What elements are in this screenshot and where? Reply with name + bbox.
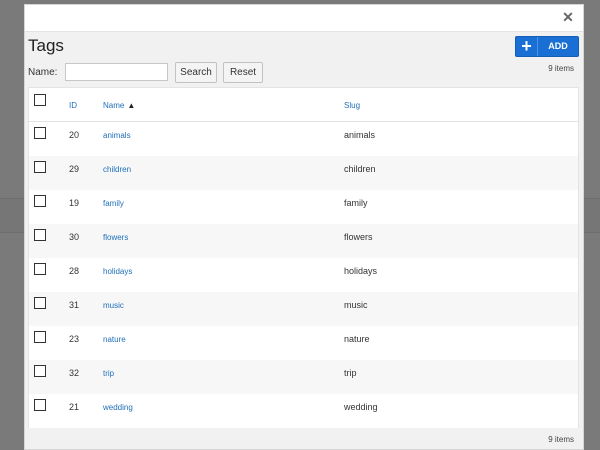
row-checkbox[interactable] xyxy=(34,127,46,139)
column-header-id[interactable]: ID xyxy=(69,101,77,110)
row-checkbox[interactable] xyxy=(34,263,46,275)
row-checkbox[interactable] xyxy=(34,229,46,241)
table-row: 21 wedding wedding xyxy=(29,394,578,428)
cell-name-link[interactable]: family xyxy=(103,199,124,208)
cell-slug: family xyxy=(344,198,368,208)
cell-id: 28 xyxy=(69,266,80,276)
cell-slug: children xyxy=(344,164,376,174)
close-icon[interactable]: ✕ xyxy=(560,8,576,26)
row-checkbox[interactable] xyxy=(34,331,46,343)
add-button-label: ADD xyxy=(548,41,568,51)
cell-name-link[interactable]: animals xyxy=(103,131,131,140)
table-row: 23 nature nature xyxy=(29,326,578,360)
cell-name-link[interactable]: nature xyxy=(103,335,126,344)
name-filter-input[interactable] xyxy=(65,63,168,81)
cell-slug: holidays xyxy=(344,266,378,276)
column-header-name[interactable]: Name ▲ xyxy=(103,101,135,110)
row-checkbox[interactable] xyxy=(34,195,46,207)
plus-icon: + xyxy=(516,37,538,56)
cell-slug: music xyxy=(344,300,368,310)
table-row: 20 animals animals xyxy=(29,122,578,156)
table-header: ID Name ▲ Slug xyxy=(29,88,578,122)
name-filter-label: Name: xyxy=(28,67,58,78)
row-checkbox[interactable] xyxy=(34,161,46,173)
column-header-slug[interactable]: Slug xyxy=(344,101,360,110)
cell-slug: nature xyxy=(344,334,370,344)
search-button[interactable]: Search xyxy=(175,62,217,83)
row-checkbox[interactable] xyxy=(34,297,46,309)
page-title: Tags xyxy=(28,36,64,55)
add-button[interactable]: + ADD xyxy=(515,36,579,57)
reset-button[interactable]: Reset xyxy=(223,62,263,83)
table-row: 28 holidays holidays xyxy=(29,258,578,292)
row-checkbox[interactable] xyxy=(34,365,46,377)
cell-slug: trip xyxy=(344,368,357,378)
cell-id: 21 xyxy=(69,402,80,412)
tags-modal: ✕ Tags + ADD 9 items Name: Search Reset … xyxy=(24,4,584,450)
column-header-name-label: Name xyxy=(103,101,125,110)
table-row: 32 trip trip xyxy=(29,360,578,394)
row-checkbox[interactable] xyxy=(34,399,46,411)
table-row: 31 music music xyxy=(29,292,578,326)
cell-id: 29 xyxy=(69,164,80,174)
table-row: 30 flowers flowers xyxy=(29,224,578,258)
cell-name-link[interactable]: children xyxy=(103,165,131,174)
cell-slug: wedding xyxy=(344,402,378,412)
cell-id: 31 xyxy=(69,300,80,310)
cell-name-link[interactable]: flowers xyxy=(103,233,128,242)
modal-header-bar: ✕ xyxy=(25,5,583,32)
table-row: 19 family family xyxy=(29,190,578,224)
cell-id: 20 xyxy=(69,130,80,140)
sort-up-icon: ▲ xyxy=(127,101,136,110)
cell-name-link[interactable]: music xyxy=(103,301,124,310)
cell-name-link[interactable]: trip xyxy=(103,369,114,378)
item-count-top: 9 items xyxy=(548,64,574,73)
cell-name-link[interactable]: holidays xyxy=(103,267,132,276)
tags-table: ID Name ▲ Slug 20 animals animals 29 chil… xyxy=(28,87,579,428)
cell-id: 30 xyxy=(69,232,80,242)
cell-id: 19 xyxy=(69,198,80,208)
cell-id: 23 xyxy=(69,334,80,344)
item-count-bottom: 9 items xyxy=(548,435,574,444)
cell-slug: flowers xyxy=(344,232,373,242)
select-all-checkbox[interactable] xyxy=(34,94,46,106)
cell-slug: animals xyxy=(344,130,376,140)
table-row: 29 children children xyxy=(29,156,578,190)
cell-name-link[interactable]: wedding xyxy=(103,403,133,412)
cell-id: 32 xyxy=(69,368,80,378)
